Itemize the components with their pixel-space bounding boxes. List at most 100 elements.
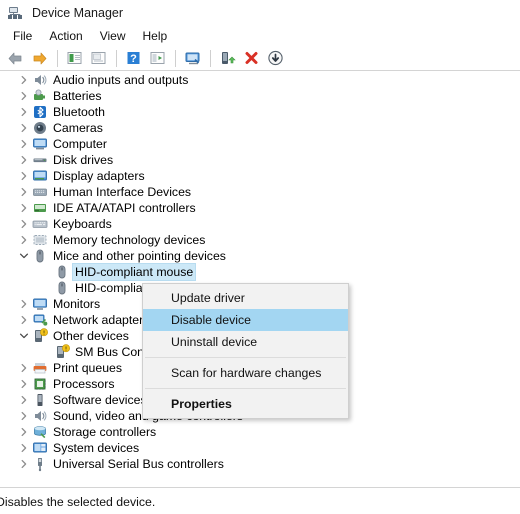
camera-icon (32, 120, 48, 136)
context-menu-item[interactable]: Properties (143, 393, 348, 415)
tree-item[interactable]: Computer (0, 136, 520, 152)
toolbar-separator (116, 49, 117, 67)
tree-item[interactable]: Disk drives (0, 152, 520, 168)
context-menu-item[interactable]: Update driver (143, 287, 348, 309)
forward-arrow-icon[interactable] (28, 47, 51, 69)
processor-icon (32, 376, 48, 392)
memory-icon (32, 232, 48, 248)
mouse-icon (54, 264, 70, 280)
tree-item-label: HID-compliant mouse (72, 263, 197, 281)
show-hidden-devices-icon[interactable] (63, 47, 86, 69)
tree-item[interactable]: Storage controllers (0, 424, 520, 440)
tree-item-label: Storage controllers (53, 425, 157, 439)
tree-item[interactable]: Memory technology devices (0, 232, 520, 248)
tree-item[interactable]: Human Interface Devices (0, 184, 520, 200)
monitor-icon (32, 296, 48, 312)
chevron-right-icon[interactable] (16, 136, 32, 152)
svg-text:!: ! (65, 346, 67, 352)
chevron-right-icon[interactable] (16, 168, 32, 184)
tree-item-label: Mice and other pointing devices (53, 249, 226, 263)
tree-item-label: Other devices (53, 329, 129, 343)
other-device-warning-icon: ! (32, 328, 48, 344)
help-icon[interactable]: ? (122, 47, 145, 69)
chevron-right-icon[interactable] (16, 184, 32, 200)
chevron-right-icon[interactable] (16, 296, 32, 312)
chevron-right-icon[interactable] (16, 152, 32, 168)
tree-item[interactable]: Universal Serial Bus controllers (0, 456, 520, 472)
toolbar-separator (175, 49, 176, 67)
chevron-down-icon[interactable] (16, 328, 32, 344)
device-tree[interactable]: Audio inputs and outputs Batteries Bluetoo… (0, 72, 520, 487)
chevron-down-icon[interactable] (16, 248, 32, 264)
status-bar: Disables the selected device. (0, 487, 520, 514)
computer-icon (32, 136, 48, 152)
tree-item[interactable]: Mice and other pointing devices (0, 248, 520, 264)
tree-item[interactable]: Display adapters (0, 168, 520, 184)
context-menu-item[interactable]: Scan for hardware changes (143, 362, 348, 384)
context-menu-item[interactable]: Disable device (143, 309, 348, 331)
toolbar-separator (57, 49, 58, 67)
tree-item-label: Bluetooth (53, 105, 105, 119)
chevron-right-icon[interactable] (16, 456, 32, 472)
chevron-right-icon[interactable] (16, 440, 32, 456)
display-adapter-icon (32, 168, 48, 184)
tree-item-label: Software devices (53, 393, 147, 407)
print-queue-icon (32, 360, 48, 376)
tree-item[interactable]: Cameras (0, 120, 520, 136)
tree-item-label: Cameras (53, 121, 103, 135)
tree-item-label: Universal Serial Bus controllers (53, 457, 224, 471)
chevron-right-icon[interactable] (16, 72, 32, 88)
menu-help[interactable]: Help (135, 27, 177, 45)
menu-view[interactable]: View (92, 27, 135, 45)
disable-device-icon[interactable] (264, 47, 287, 69)
chevron-right-icon[interactable] (16, 88, 32, 104)
title-bar: Device Manager (0, 0, 520, 26)
toolbar: ? (0, 46, 520, 71)
chevron-right-icon[interactable] (16, 216, 32, 232)
update-driver-icon[interactable] (216, 47, 239, 69)
tree-item[interactable]: Keyboards (0, 216, 520, 232)
tree-item-label: Processors (53, 377, 115, 391)
chevron-right-icon[interactable] (16, 392, 32, 408)
menu-separator (145, 357, 346, 358)
scan-hardware-changes-icon[interactable] (181, 47, 204, 69)
tree-item-label: Monitors (53, 297, 101, 311)
chevron-right-icon[interactable] (16, 120, 32, 136)
other-device-warning-icon: ! (54, 344, 70, 360)
tree-item[interactable]: Bluetooth (0, 104, 520, 120)
toolbar-separator (210, 49, 211, 67)
usb-icon (32, 456, 48, 472)
menu-action[interactable]: Action (41, 27, 91, 45)
context-menu[interactable]: Update driver Disable device Uninstall dev… (142, 283, 349, 419)
chevron-right-icon[interactable] (16, 104, 32, 120)
tree-item[interactable]: Batteries (0, 88, 520, 104)
tree-item[interactable]: IDE ATA/ATAPI controllers (0, 200, 520, 216)
mouse-icon (32, 248, 48, 264)
chevron-right-icon[interactable] (16, 376, 32, 392)
properties-icon[interactable] (87, 47, 110, 69)
tree-item-label: Disk drives (53, 153, 114, 167)
chevron-right-icon[interactable] (16, 232, 32, 248)
chevron-right-icon[interactable] (16, 200, 32, 216)
ide-controller-icon (32, 200, 48, 216)
tree-item[interactable]: HID-compliant mouse (0, 263, 520, 281)
tree-item-label: Network adapters (53, 313, 150, 327)
context-menu-item[interactable]: Uninstall device (143, 331, 348, 353)
menu-file[interactable]: File (5, 27, 41, 45)
console-icon[interactable] (146, 47, 169, 69)
speaker-icon (32, 408, 48, 424)
chevron-right-icon[interactable] (16, 424, 32, 440)
tree-item[interactable]: Audio inputs and outputs (0, 72, 520, 88)
tree-item-label: System devices (53, 441, 140, 455)
tree-item[interactable]: System devices (0, 440, 520, 456)
chevron-right-icon[interactable] (16, 360, 32, 376)
uninstall-device-icon[interactable] (240, 47, 263, 69)
chevron-right-icon[interactable] (16, 408, 32, 424)
device-manager-icon (7, 5, 23, 21)
battery-icon (32, 88, 48, 104)
status-text: Disables the selected device. (0, 495, 156, 509)
back-arrow-icon[interactable] (4, 47, 27, 69)
chevron-right-icon[interactable] (16, 312, 32, 328)
tree-item-label: Display adapters (53, 169, 145, 183)
